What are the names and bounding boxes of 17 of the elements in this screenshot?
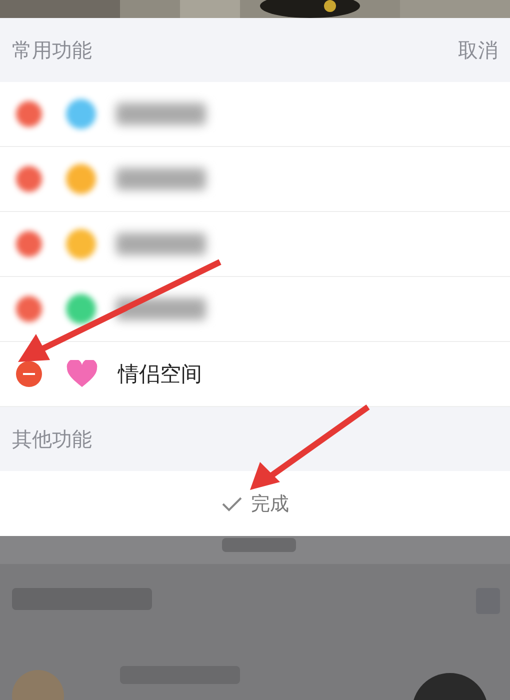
- remove-icon[interactable]: [16, 101, 42, 127]
- check-icon: [221, 496, 243, 512]
- function-row[interactable]: [0, 212, 510, 277]
- remove-icon[interactable]: [16, 166, 42, 192]
- heart-icon: [66, 360, 98, 388]
- remove-icon[interactable]: [16, 296, 42, 322]
- remove-icon[interactable]: [16, 231, 42, 257]
- section-title: 常用功能: [12, 36, 92, 64]
- remove-icon[interactable]: [16, 361, 42, 387]
- function-row[interactable]: [0, 82, 510, 147]
- cancel-button[interactable]: 取消: [458, 36, 498, 64]
- function-row[interactable]: [0, 277, 510, 342]
- section-title: 其他功能: [12, 426, 92, 452]
- function-label: 情侣空间: [118, 361, 202, 388]
- function-row[interactable]: [0, 147, 510, 212]
- function-row[interactable]: 情侣空间: [0, 342, 510, 407]
- done-button[interactable]: 完成: [0, 471, 510, 536]
